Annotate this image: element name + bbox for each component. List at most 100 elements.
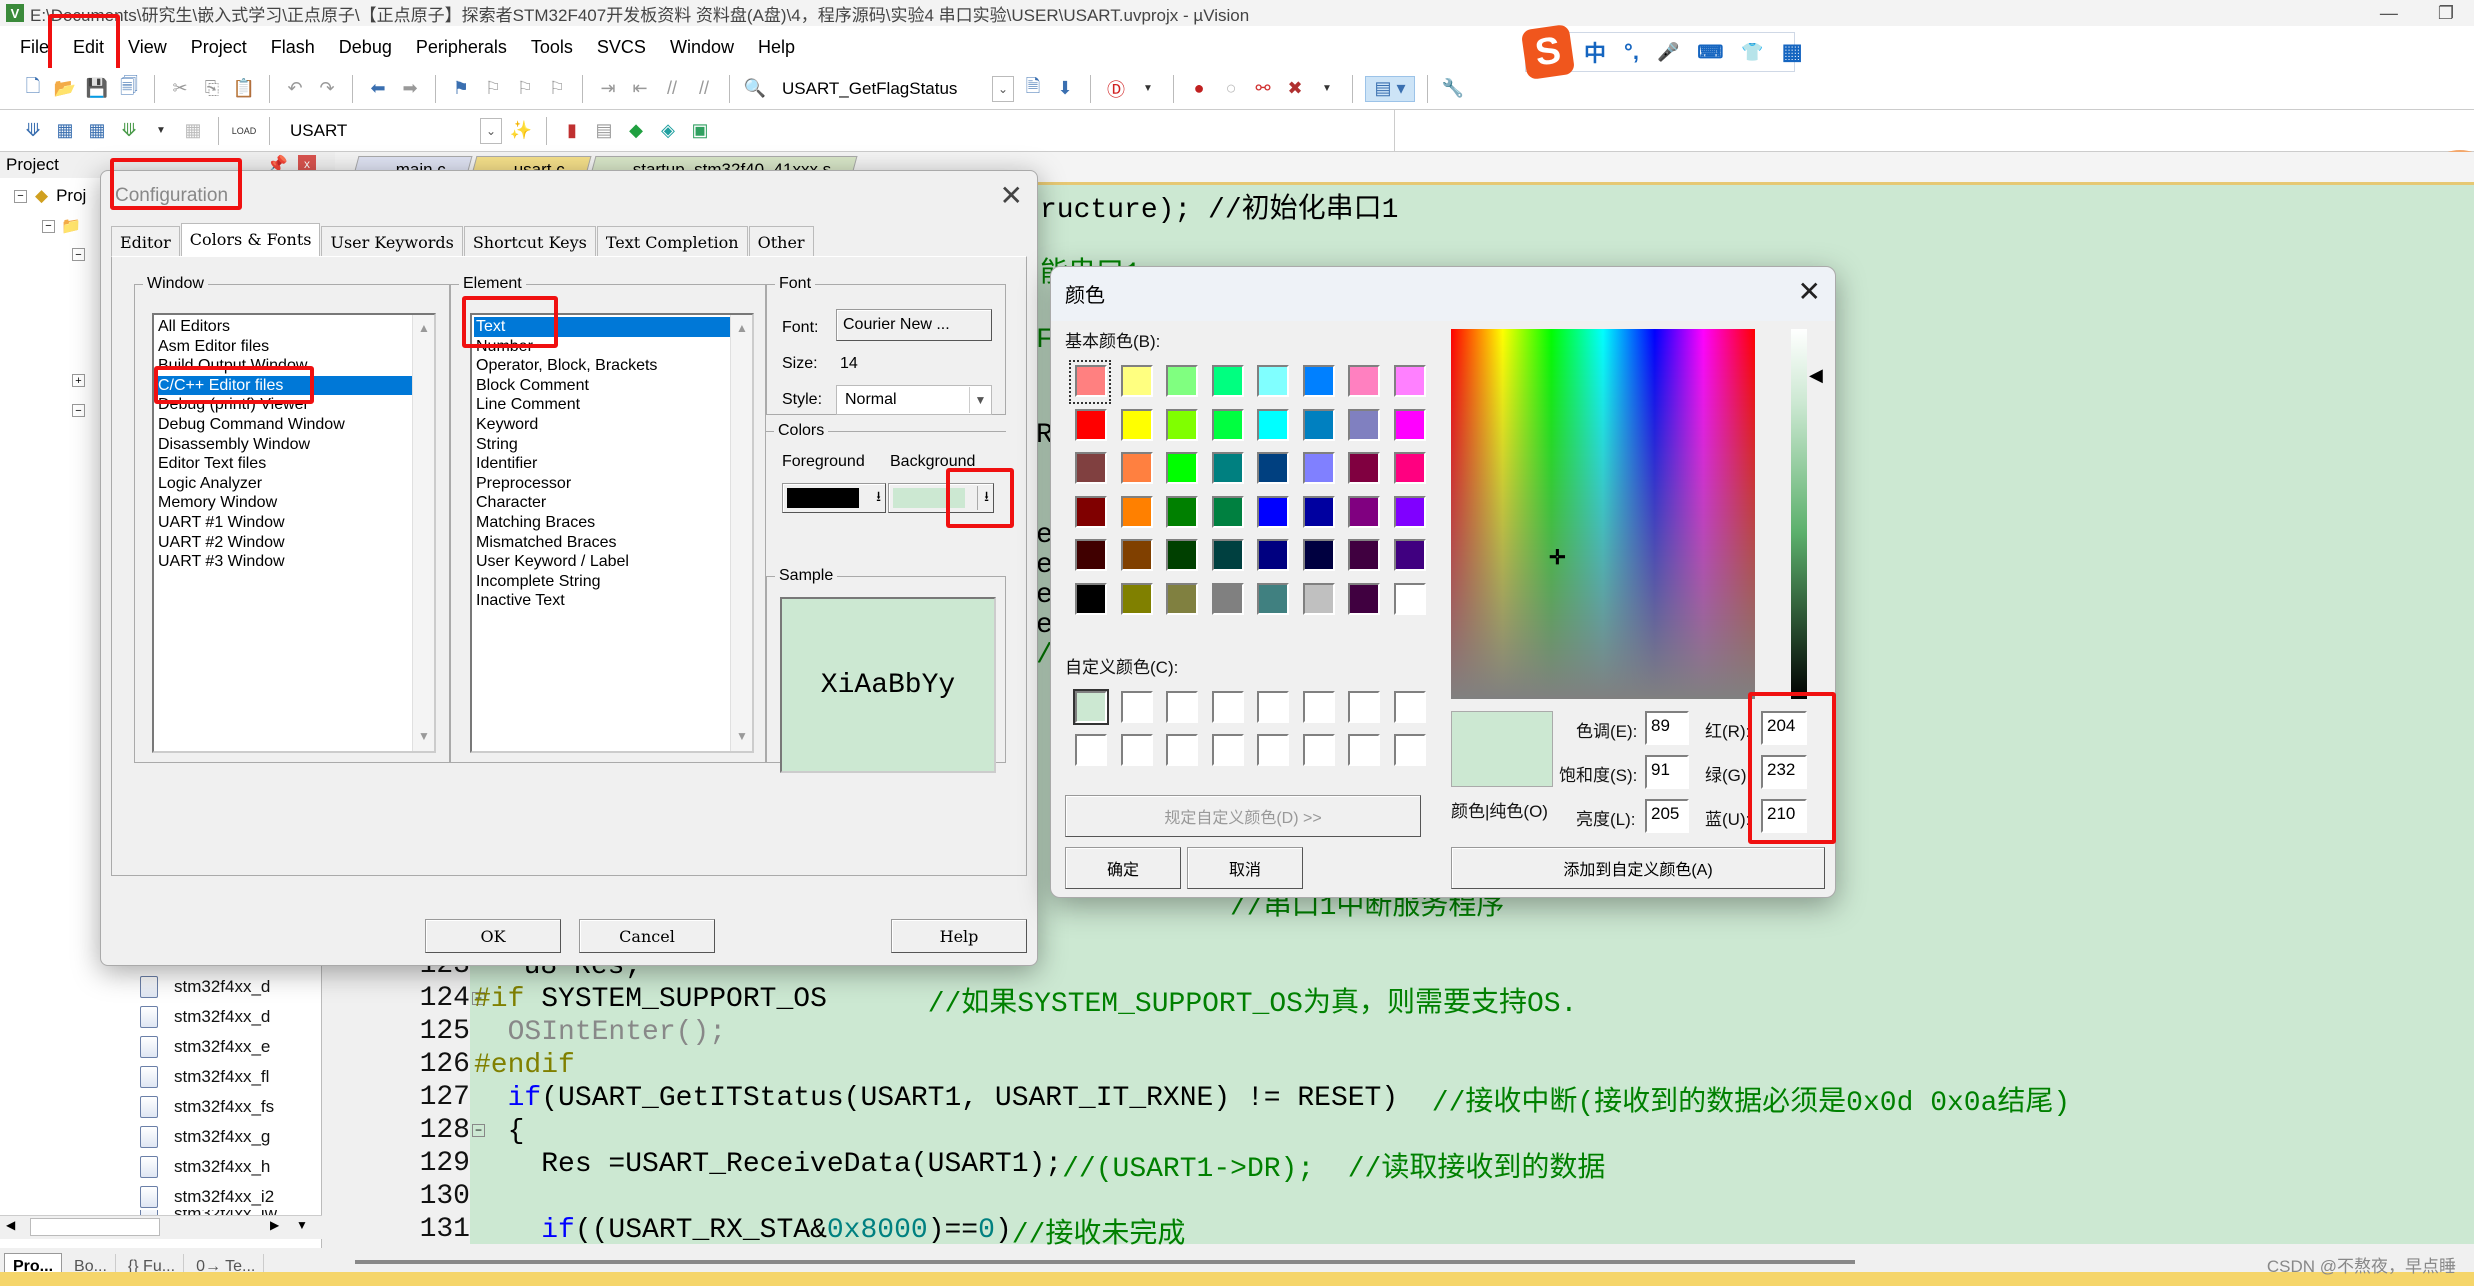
basic-color-swatch[interactable] xyxy=(1075,452,1107,484)
basic-color-swatch[interactable] xyxy=(1166,539,1198,571)
ime-keyboard-icon[interactable]: ⌨ xyxy=(1697,42,1723,63)
basic-color-swatch[interactable] xyxy=(1211,539,1244,571)
new-file-icon[interactable]: 🗋 xyxy=(20,76,46,102)
menu-debug[interactable]: Debug xyxy=(327,37,404,58)
hue-input[interactable]: 89 xyxy=(1645,711,1689,745)
basic-color-swatch[interactable] xyxy=(1075,495,1107,528)
collapse-icon[interactable]: − xyxy=(72,404,85,417)
target-combo[interactable]: USART ⌄ xyxy=(282,115,502,146)
scroll-right-icon[interactable]: ▶ xyxy=(270,1218,279,1232)
list-item[interactable]: Keyword xyxy=(474,415,750,435)
menu-view[interactable]: View xyxy=(116,37,179,58)
basic-color-swatch[interactable] xyxy=(1120,582,1153,615)
custom-color-swatch[interactable] xyxy=(1120,734,1153,766)
dropdown-arrow-icon[interactable]: ▼ xyxy=(1314,76,1340,102)
basic-color-swatch[interactable] xyxy=(1393,539,1426,571)
manage-components-icon[interactable]: ▤ xyxy=(591,118,617,144)
scroll-left-icon[interactable]: ◀ xyxy=(6,1218,15,1232)
menu-window[interactable]: Window xyxy=(658,37,746,58)
basic-color-swatch[interactable] xyxy=(1393,582,1426,615)
collapse-icon[interactable]: − xyxy=(14,189,27,203)
list-item[interactable]: String xyxy=(474,435,750,455)
luminance-pointer-icon[interactable]: ◀ xyxy=(1809,365,1823,386)
rte-icon[interactable]: ▣ xyxy=(687,118,713,144)
basic-color-swatch[interactable] xyxy=(1348,452,1380,484)
basic-color-swatch[interactable] xyxy=(1120,495,1153,528)
basic-color-swatch[interactable] xyxy=(1393,495,1426,528)
list-item[interactable]: Memory Window xyxy=(156,493,432,513)
basic-color-swatch[interactable] xyxy=(1393,408,1426,441)
collapse-icon[interactable]: − xyxy=(72,248,85,261)
basic-color-swatch[interactable] xyxy=(1211,582,1244,615)
basic-color-swatch[interactable] xyxy=(1211,365,1244,397)
basic-color-swatch[interactable] xyxy=(1211,408,1244,441)
list-item[interactable]: Operator, Block, Brackets xyxy=(474,356,750,376)
save-icon[interactable]: 💾 xyxy=(84,76,110,102)
basic-color-swatch[interactable] xyxy=(1302,452,1335,484)
configure-wrench-icon[interactable]: 🔧 xyxy=(1440,76,1466,102)
basic-color-swatch[interactable] xyxy=(1166,365,1198,397)
basic-color-swatch[interactable] xyxy=(1393,365,1426,397)
comment-icon[interactable]: // xyxy=(659,76,685,102)
ime-punctuation-icon[interactable]: °, xyxy=(1624,39,1639,65)
ime-chinese-mode[interactable]: 中 xyxy=(1584,36,1606,68)
basic-color-swatch[interactable] xyxy=(1393,452,1426,484)
pack-installer-icon[interactable]: ◈ xyxy=(655,118,681,144)
tree-file-item[interactable]: stm32f4xx_fs xyxy=(140,1092,274,1122)
custom-color-swatch[interactable] xyxy=(1120,691,1153,723)
list-item[interactable]: Asm Editor files xyxy=(156,337,432,357)
basic-color-swatch[interactable] xyxy=(1166,452,1198,484)
basic-color-swatch[interactable] xyxy=(1120,365,1153,397)
ime-toolbox-icon[interactable]: ▦ xyxy=(1782,39,1803,65)
saturation-input[interactable]: 91 xyxy=(1645,755,1689,789)
ime-skin-icon[interactable]: 👕 xyxy=(1741,42,1763,63)
pane-menu-icon[interactable]: ▼ xyxy=(296,1218,308,1232)
style-select[interactable]: Normal ▼ xyxy=(836,385,992,415)
rebuild-icon[interactable]: ▦ xyxy=(84,118,110,144)
crosshair-icon[interactable]: ✛ xyxy=(1549,545,1566,570)
basic-color-swatch[interactable] xyxy=(1348,408,1380,441)
scroll-down-icon[interactable]: ▼ xyxy=(736,727,748,747)
list-item[interactable]: Debug Command Window xyxy=(156,415,432,435)
editor-hscrollbar[interactable] xyxy=(335,1250,2474,1274)
basic-color-swatch[interactable] xyxy=(1075,408,1107,441)
next-bookmark-icon[interactable]: ⚐ xyxy=(512,76,538,102)
menu-tools[interactable]: Tools xyxy=(519,37,585,58)
basic-color-swatch[interactable] xyxy=(1302,582,1335,615)
chevron-down-icon[interactable]: ⌄ xyxy=(480,117,502,144)
find-in-files-icon[interactable]: 🔍 xyxy=(742,76,768,102)
basic-color-swatch[interactable] xyxy=(1257,408,1289,441)
list-item[interactable]: Incomplete String xyxy=(474,572,750,592)
save-all-icon[interactable]: 🗐 xyxy=(116,76,142,102)
custom-color-swatch[interactable] xyxy=(1257,734,1289,766)
custom-color-swatch[interactable] xyxy=(1257,691,1289,723)
window-list-scrollbar[interactable]: ▲ ▼ xyxy=(412,315,434,751)
menu-help[interactable]: Help xyxy=(746,37,807,58)
custom-color-swatch[interactable] xyxy=(1302,734,1335,766)
kill-all-breakpoints-icon[interactable]: ✖ xyxy=(1282,76,1308,102)
target-options-icon[interactable]: ✨ xyxy=(508,118,534,144)
scroll-up-icon[interactable]: ▲ xyxy=(418,319,430,339)
sogou-logo-icon[interactable]: S xyxy=(1520,23,1576,81)
custom-color-swatch[interactable] xyxy=(1302,691,1335,723)
tab-colors-fonts[interactable]: Colors & Fonts xyxy=(180,223,321,258)
ok-button[interactable]: 确定 xyxy=(1065,847,1181,889)
download-load-icon[interactable]: LOAD xyxy=(231,118,257,144)
tree-file-item[interactable]: stm32f4xx_d xyxy=(140,972,270,1002)
font-select-button[interactable]: Courier New ... xyxy=(836,309,992,341)
hue-saturation-spectrum[interactable]: ✛ xyxy=(1451,329,1755,699)
incremental-find-icon[interactable]: ⬇ xyxy=(1052,76,1078,102)
build-icon[interactable]: ▦ xyxy=(52,118,78,144)
basic-color-swatch[interactable] xyxy=(1348,365,1380,397)
basic-color-swatch[interactable] xyxy=(1257,495,1289,528)
clear-bookmarks-icon[interactable]: ⚐ xyxy=(544,76,570,102)
tree-file-item[interactable]: stm32f4xx_g xyxy=(140,1122,270,1152)
disable-breakpoint-icon[interactable]: ○ xyxy=(1218,76,1244,102)
tree-file-item[interactable]: stm32f4xx_fl xyxy=(140,1062,269,1092)
find-combo[interactable]: USART_GetFlagStatus ⌄ xyxy=(774,73,1014,104)
stop-build-icon[interactable]: ▦ xyxy=(180,118,206,144)
menu-project[interactable]: Project xyxy=(179,37,259,58)
basic-color-swatch[interactable] xyxy=(1120,539,1153,571)
minimize-button[interactable]: — xyxy=(2380,3,2398,24)
menu-peripherals[interactable]: Peripherals xyxy=(404,37,519,58)
